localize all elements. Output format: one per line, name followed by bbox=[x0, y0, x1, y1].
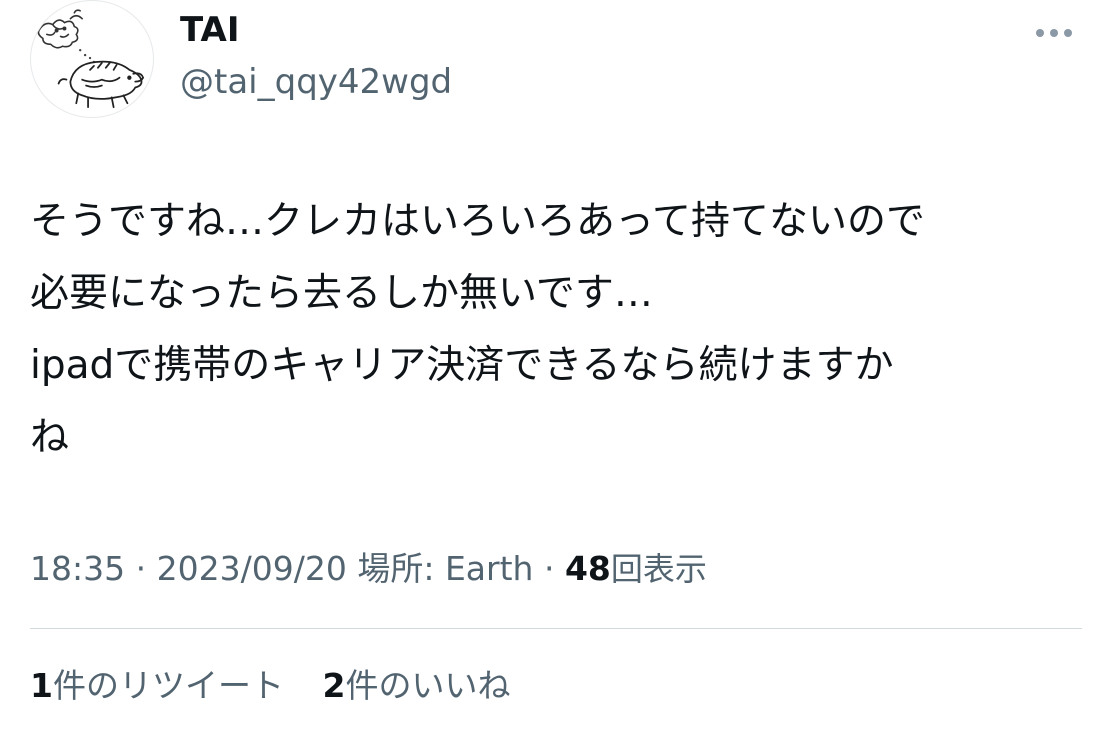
divider bbox=[30, 628, 1082, 629]
meta-separator: · bbox=[135, 549, 147, 588]
likes-label: 件のいいね bbox=[345, 666, 511, 705]
avatar[interactable] bbox=[30, 0, 154, 118]
tweet-text: そうですね…クレカはいろいろあって持てないので 必要になったら去るしか無いです…… bbox=[30, 199, 926, 460]
retweets-label: 件のリツイート bbox=[52, 666, 284, 705]
tweet-location[interactable]: Earth bbox=[445, 549, 534, 588]
likes-link[interactable]: 2件のいいね bbox=[322, 662, 510, 710]
boar-sketch-avatar-image bbox=[37, 9, 145, 109]
author-handle[interactable]: @tai_qqy42wgd bbox=[180, 60, 452, 104]
meta-separator: · bbox=[543, 549, 555, 588]
tweet-date[interactable]: 2023/09/20 bbox=[157, 549, 347, 588]
author-display-name[interactable]: TAI bbox=[180, 10, 240, 50]
engagement-stats: 1件のリツイート 2件のいいね bbox=[30, 662, 510, 710]
tweet-meta: 18:35 · 2023/09/20 場所: Earth · 48回表示 bbox=[30, 545, 707, 593]
views-count: 48 bbox=[564, 549, 611, 588]
location-label: 場所: bbox=[357, 549, 435, 588]
tweet-time[interactable]: 18:35 bbox=[30, 549, 125, 588]
likes-count: 2 bbox=[322, 666, 346, 705]
retweets-link[interactable]: 1件のリツイート bbox=[30, 662, 284, 710]
more-options-button[interactable] bbox=[1030, 18, 1078, 48]
more-horizontal-icon bbox=[1036, 29, 1072, 37]
retweets-count: 1 bbox=[30, 666, 53, 705]
views-label: 回表示 bbox=[610, 550, 707, 588]
